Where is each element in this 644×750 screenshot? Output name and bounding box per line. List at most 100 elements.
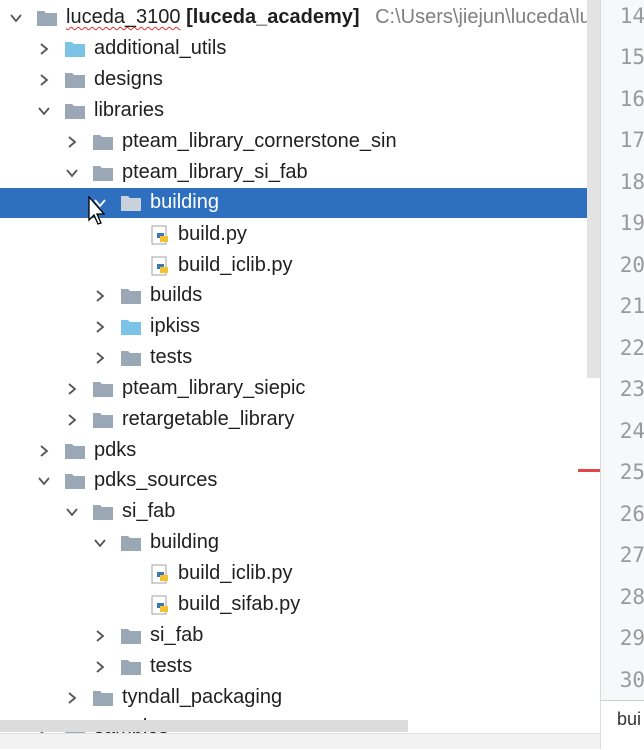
chevron-right-icon[interactable]	[36, 41, 52, 57]
vertical-scrollbar[interactable]	[587, 0, 600, 378]
tree-row-pteam-library-si-fab[interactable]: pteam_library_si_fab	[0, 158, 600, 188]
tree-item-label: build.py	[178, 223, 247, 245]
folder-blue-icon	[64, 39, 86, 59]
bottom-bar	[0, 733, 600, 749]
folder-icon	[120, 193, 142, 213]
tree-row-builds[interactable]: builds	[0, 281, 600, 311]
folder-icon	[120, 533, 142, 553]
tree-row-pteam-library-siepic[interactable]: pteam_library_siepic	[0, 374, 600, 404]
tree-item-label: pteam_library_siepic	[122, 377, 306, 399]
project-alias: [luceda_academy]	[186, 6, 360, 28]
tree-item-label: libraries	[94, 99, 165, 121]
folder-icon	[92, 410, 114, 430]
chevron-down-icon[interactable]	[36, 473, 52, 489]
chevron-right-icon[interactable]	[92, 659, 108, 675]
tree-row-si-fab-inner[interactable]: si_fab	[0, 621, 600, 651]
tree-row-build-sifab-py[interactable]: build_sifab.py	[0, 590, 600, 620]
tree-item-label: pdks	[94, 439, 137, 461]
chevron-right-icon[interactable]	[92, 628, 108, 644]
tree-row-building[interactable]: building	[0, 528, 600, 558]
line-number: 20	[619, 253, 644, 277]
folder-icon	[64, 70, 86, 90]
folder-icon	[64, 471, 86, 491]
tree-item-label: si_fab	[150, 624, 204, 646]
python-file-icon	[150, 595, 172, 615]
line-number: 26	[619, 502, 644, 526]
folder-icon	[64, 101, 86, 121]
line-number: 18	[619, 170, 644, 194]
tree-item-label: designs	[94, 68, 163, 90]
folder-icon	[92, 379, 114, 399]
tree-item-label: builds	[150, 284, 203, 306]
tree-row-retargetable-library[interactable]: retargetable_library	[0, 405, 600, 435]
tree-row-designs[interactable]: designs	[0, 65, 600, 95]
line-number: 16	[619, 87, 644, 111]
tree-item-label: building	[150, 531, 219, 553]
tree-row-ipkiss[interactable]: ipkiss	[0, 312, 600, 342]
line-number: 23	[619, 377, 644, 401]
python-file-icon	[150, 564, 172, 584]
line-number: 21	[619, 294, 644, 318]
chevron-right-icon[interactable]	[36, 72, 52, 88]
folder-icon	[92, 688, 114, 708]
folder-icon	[92, 163, 114, 183]
line-number: 28	[619, 585, 644, 609]
line-number: 25	[619, 460, 644, 484]
line-number: 19	[619, 211, 644, 235]
line-number: 27	[619, 543, 644, 567]
tree-item-label: tests	[150, 346, 193, 368]
line-number: 14	[619, 4, 644, 28]
chevron-right-icon[interactable]	[92, 288, 108, 304]
tree-row-tests[interactable]: tests	[0, 343, 600, 373]
line-number: 24	[619, 419, 644, 443]
tree-item-label: tyndall_packaging	[122, 686, 283, 708]
chevron-down-icon[interactable]	[92, 535, 108, 551]
tree-row-tyndall-packaging[interactable]: tyndall_packaging	[0, 683, 600, 713]
tree-row-pteam-library-cornerstone-sin[interactable]: pteam_library_cornerstone_sin	[0, 127, 600, 157]
chevron-right-icon[interactable]	[64, 412, 80, 428]
chevron-right-icon[interactable]	[64, 134, 80, 150]
tree-row-additional-utils[interactable]: additional_utils	[0, 34, 600, 64]
chevron-down-icon[interactable]	[64, 504, 80, 520]
tree-item-label: retargetable_library	[122, 408, 295, 430]
tree-item-label: build_iclib.py	[178, 562, 293, 584]
chevron-down-icon[interactable]	[36, 103, 52, 119]
tree-item-label: ipkiss	[150, 315, 201, 337]
tree-row-build-iclib-py[interactable]: build_iclib.py	[0, 559, 600, 589]
tree-row-libraries[interactable]: libraries	[0, 96, 600, 126]
tree-row-pdks[interactable]: pdks	[0, 436, 600, 466]
mouse-cursor-icon	[88, 196, 106, 225]
tree-item-label: build_sifab.py	[178, 593, 301, 615]
chevron-right-icon[interactable]	[36, 443, 52, 459]
tree-row-pdks-sources[interactable]: pdks_sources	[0, 466, 600, 496]
project-tree: luceda_3100 [luceda_academy] C:\Users\ji…	[0, 0, 600, 749]
tree-item-label: building	[150, 191, 219, 213]
line-number: 15	[619, 45, 644, 69]
python-file-icon	[150, 256, 172, 276]
chevron-down-icon[interactable]	[8, 10, 24, 26]
tree-row-tests[interactable]: tests	[0, 652, 600, 682]
python-file-icon	[150, 225, 172, 245]
chevron-right-icon[interactable]	[92, 350, 108, 366]
error-marker	[578, 469, 600, 472]
line-number: 29	[619, 626, 644, 650]
tree-row-build-iclib-py[interactable]: build_iclib.py	[0, 251, 600, 281]
tree-row-root[interactable]: luceda_3100 [luceda_academy] C:\Users\ji…	[0, 3, 600, 33]
project-name: luceda_3100	[66, 6, 181, 28]
folder-blue-icon	[120, 317, 142, 337]
folder-icon	[64, 441, 86, 461]
chevron-right-icon[interactable]	[92, 319, 108, 335]
tree-item-label: additional_utils	[94, 37, 227, 59]
editor-tab[interactable]: bui	[601, 700, 644, 750]
line-number-gutter: 14 15 16 17 18 19 20 21 22 23 24 25 26 2…	[600, 0, 644, 749]
chevron-down-icon[interactable]	[64, 165, 80, 181]
folder-icon	[120, 348, 142, 368]
tree-row-si-fab[interactable]: si_fab	[0, 497, 600, 527]
tree-item-label: build_iclib.py	[178, 254, 293, 276]
tree-item-label: pteam_library_si_fab	[122, 161, 308, 183]
horizontal-scrollbar[interactable]	[0, 720, 408, 732]
chevron-right-icon[interactable]	[64, 381, 80, 397]
chevron-right-icon[interactable]	[64, 690, 80, 706]
tree-item-label: pteam_library_cornerstone_sin	[122, 130, 397, 152]
folder-icon	[120, 286, 142, 306]
